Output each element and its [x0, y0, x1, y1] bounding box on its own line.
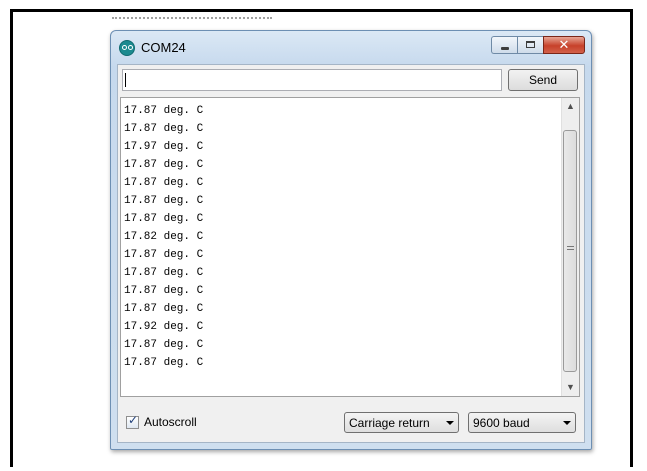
arduino-icon: [119, 40, 135, 56]
output-line: 17.87 deg. C: [124, 303, 204, 315]
send-button[interactable]: Send: [508, 69, 578, 91]
serial-output[interactable]: 17.87 deg. C 17.87 deg. C 17.97 deg. C 17.8…: [120, 97, 580, 397]
vertical-scrollbar[interactable]: ▲ ▼: [561, 98, 579, 396]
minimize-icon: [501, 47, 509, 50]
output-line: 17.87 deg. C: [124, 213, 204, 225]
output-line: 17.87 deg. C: [124, 195, 204, 207]
close-button[interactable]: ✕: [543, 36, 585, 54]
autoscroll-label: Autoscroll: [144, 415, 197, 429]
grip-icon: [567, 246, 574, 250]
autoscroll-checkbox[interactable]: ✓: [126, 412, 139, 429]
chevron-down-icon: [446, 420, 454, 425]
output-line: 17.82 deg. C: [124, 231, 204, 243]
line-ending-value: Carriage return: [349, 415, 430, 430]
scroll-thumb[interactable]: [563, 130, 577, 372]
output-line: 17.87 deg. C: [124, 123, 204, 135]
checkmark-icon: ✓: [128, 412, 139, 427]
baud-rate-value: 9600 baud: [473, 415, 530, 430]
bottom-bar: ✓ Autoscroll Carriage return 9600 baud: [118, 401, 584, 441]
scroll-down-icon[interactable]: ▼: [562, 379, 579, 396]
output-line: 17.87 deg. C: [124, 357, 204, 369]
output-line: 17.87 deg. C: [124, 249, 204, 261]
minimize-button[interactable]: [491, 36, 517, 54]
scroll-up-icon[interactable]: ▲: [562, 98, 579, 115]
background-window-edge: [112, 17, 272, 22]
output-line: 17.87 deg. C: [124, 339, 204, 351]
window-controls: ✕: [491, 36, 585, 54]
line-ending-select[interactable]: Carriage return: [344, 412, 459, 433]
chevron-down-icon: [563, 420, 571, 425]
monitor-client-area: Send 17.87 deg. C 17.87 deg. C 17.97 deg. …: [117, 64, 585, 443]
output-line: 17.87 deg. C: [124, 267, 204, 279]
serial-monitor-window: COM24 ✕ Send 17.87 deg. C 17.87 deg. C 17.…: [110, 30, 592, 450]
text-caret: [125, 73, 126, 87]
maximize-icon: [526, 41, 535, 48]
output-lines: 17.87 deg. C 17.87 deg. C 17.97 deg. C 17.8…: [124, 102, 203, 372]
output-line: 17.87 deg. C: [124, 177, 204, 189]
title-bar[interactable]: COM24 ✕: [111, 31, 591, 61]
output-line: 17.97 deg. C: [124, 141, 204, 153]
output-line: 17.87 deg. C: [124, 105, 204, 117]
output-line: 17.87 deg. C: [124, 285, 204, 297]
close-icon: ✕: [558, 37, 570, 52]
output-line: 17.92 deg. C: [124, 321, 204, 333]
maximize-button[interactable]: [517, 36, 543, 54]
baud-rate-select[interactable]: 9600 baud: [468, 412, 576, 433]
output-line: 17.87 deg. C: [124, 159, 204, 171]
window-title: COM24: [141, 40, 186, 55]
send-input[interactable]: [122, 69, 502, 91]
autoscroll-toggle[interactable]: ✓ Autoscroll: [126, 412, 197, 429]
